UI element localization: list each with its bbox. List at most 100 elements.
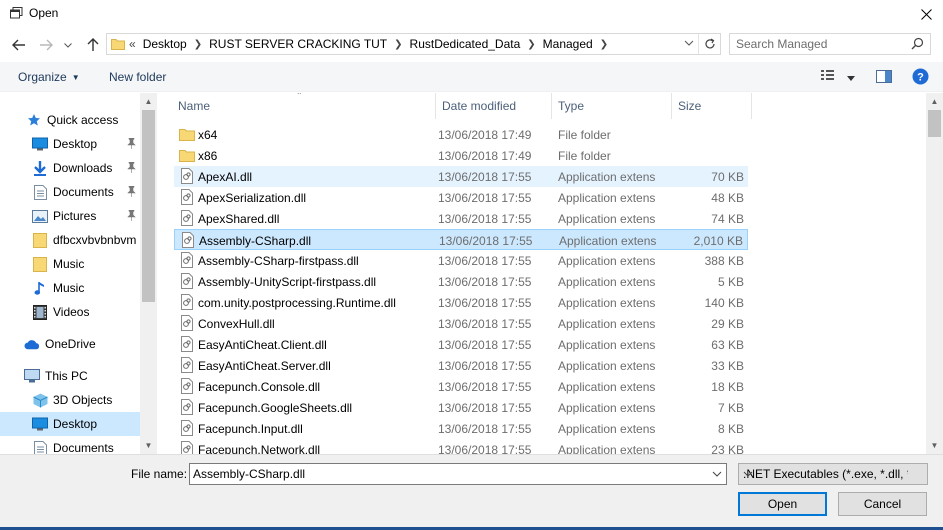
file-row[interactable]: Assembly-UnityScript-firstpass.dll 13/06/… [174,271,748,292]
folder-icon [32,256,48,272]
preview-pane-button[interactable] [876,70,892,86]
new-folder-button[interactable]: New folder [109,70,166,84]
column-header-size[interactable]: Size [672,93,752,119]
file-row[interactable]: ApexShared.dll 13/06/2018 17:55 Applicatio… [174,208,748,229]
file-date: 13/06/2018 17:55 [438,212,532,226]
column-header-date[interactable]: Date modified [436,93,552,119]
download-icon [32,160,48,176]
nav-scrollbar[interactable]: ▲ ▼ [140,93,157,454]
file-name: ConvexHull.dll [198,317,275,331]
scroll-thumb[interactable] [928,110,941,137]
file-type-select[interactable]: .NET Executables (*.exe, *.dll, *.i [738,463,928,485]
file-size: 63 KB [711,338,744,352]
organize-menu[interactable]: Organize ▼ [18,70,80,84]
nav-onedrive[interactable]: OneDrive [0,332,140,356]
file-row[interactable]: Facepunch.Network.dll 13/06/2018 17:55 App… [174,439,748,454]
up-button[interactable] [83,35,103,55]
search-icon[interactable] [911,37,924,53]
file-name-combobox[interactable] [189,463,727,485]
column-header-name[interactable]: Name [172,93,436,119]
address-history-dropdown[interactable] [684,37,694,51]
folder-icon [111,37,125,54]
file-name-dropdown[interactable] [712,468,722,482]
file-row[interactable]: x86 13/06/2018 17:49 File folder [174,145,748,166]
file-date: 13/06/2018 17:49 [438,149,532,163]
nav-quick-access[interactable]: Quick access [0,108,140,132]
file-row[interactable]: Facepunch.Console.dll 13/06/2018 17:55 App… [174,376,748,397]
dll-file-icon [179,210,195,226]
chevron-right-icon[interactable]: ❯ [394,39,402,50]
file-name: ApexAI.dll [198,170,253,184]
file-name-input[interactable] [193,466,703,482]
nav-music[interactable]: Music [0,276,140,300]
scroll-down-icon[interactable]: ▼ [926,437,943,454]
chevron-right-icon[interactable]: ❯ [527,39,535,50]
nav-desktop-selected[interactable]: Desktop [0,412,140,436]
file-name: Facepunch.GoogleSheets.dll [198,401,353,415]
column-header-type[interactable]: Type [552,93,672,119]
file-row[interactable]: EasyAntiCheat.Client.dll 13/06/2018 17:55… [174,334,748,355]
nav-downloads-pinned[interactable]: Downloads [0,156,140,180]
chevron-down-icon[interactable] [743,468,908,482]
star-icon [26,112,42,128]
nav-folder-music[interactable]: Music [0,252,140,276]
view-options-button[interactable] [821,69,839,84]
scroll-down-icon[interactable]: ▼ [140,437,157,454]
search-input[interactable] [736,36,906,52]
file-size: 23 KB [711,443,744,454]
close-button[interactable] [909,0,943,28]
forward-button[interactable] [36,35,56,55]
nav-pictures-pinned[interactable]: Pictures [0,204,140,228]
breadcrumb-rust-server[interactable]: RUST SERVER CRACKING TUT [209,37,387,51]
nav-3d-objects[interactable]: 3D Objects [0,388,140,412]
refresh-button[interactable] [698,34,720,54]
scroll-thumb[interactable] [142,110,155,302]
file-row[interactable]: ApexAI.dll 13/06/2018 17:55 Application ex… [174,166,748,187]
window-title: Open [29,6,59,20]
nav-item-label: Downloads [53,161,113,175]
nav-documents-pinned[interactable]: Documents [0,180,140,204]
pin-icon[interactable] [127,209,136,224]
file-row[interactable]: com.unity.postprocessing.Runtime.dll 13/0… [174,292,748,313]
caret-down-icon: ▼ [71,73,80,83]
file-row[interactable]: ConvexHull.dll 13/06/2018 17:55 Applicatio… [174,313,748,334]
dll-file-icon [179,441,195,454]
search-box[interactable] [729,33,931,55]
document-icon [32,184,48,200]
file-row[interactable]: Facepunch.Input.dll 13/06/2018 17:55 Appli… [174,418,748,439]
breadcrumb-desktop[interactable]: Desktop [143,37,187,51]
scroll-up-icon[interactable]: ▲ [926,93,943,110]
nav-videos[interactable]: Videos [0,300,140,324]
breadcrumb-rustdedicated-data[interactable]: RustDedicated_Data [410,37,521,51]
scroll-up-icon[interactable]: ▲ [140,93,157,110]
breadcrumb-managed[interactable]: Managed [543,37,593,51]
chevron-right-icon[interactable]: ❯ [194,39,202,50]
file-date: 13/06/2018 17:55 [438,380,532,394]
nav-desktop-pinned[interactable]: Desktop [0,132,140,156]
pin-icon[interactable] [127,161,136,176]
breadcrumb-overflow[interactable]: « [129,37,136,51]
nav-this-pc[interactable]: This PC [0,364,140,388]
help-button[interactable]: ? [912,68,929,88]
back-button[interactable] [9,35,29,55]
view-dropdown[interactable] [847,71,855,85]
nav-documents[interactable]: Documents [0,436,140,454]
file-row[interactable]: Facepunch.GoogleSheets.dll 13/06/2018 17:… [174,397,748,418]
chevron-right-icon[interactable]: ❯ [600,39,608,50]
chevron-down-icon [712,471,722,477]
nav-folder-dfbcxvbvbnbvm[interactable]: dfbcxvbvbnbvm [0,228,140,252]
cancel-button[interactable]: Cancel [838,492,927,516]
recent-locations-button[interactable] [61,35,75,55]
open-button[interactable]: Open [738,492,827,516]
file-type: File folder [558,149,611,163]
dll-file-icon [179,420,195,436]
pin-icon[interactable] [127,185,136,200]
file-row[interactable]: x64 13/06/2018 17:49 File folder [174,124,748,145]
address-bar[interactable]: « Desktop ❯ RUST SERVER CRACKING TUT ❯ R… [106,33,721,55]
file-list-scrollbar[interactable]: ▲ ▼ [926,93,943,454]
file-row[interactable]: ApexSerialization.dll 13/06/2018 17:55 App… [174,187,748,208]
file-row[interactable]: Assembly-CSharp-firstpass.dll 13/06/2018 … [174,250,748,271]
file-row[interactable]: Assembly-CSharp.dll 13/06/2018 17:55 Appli… [174,229,748,250]
pin-icon[interactable] [127,137,136,152]
file-row[interactable]: EasyAntiCheat.Server.dll 13/06/2018 17:55… [174,355,748,376]
